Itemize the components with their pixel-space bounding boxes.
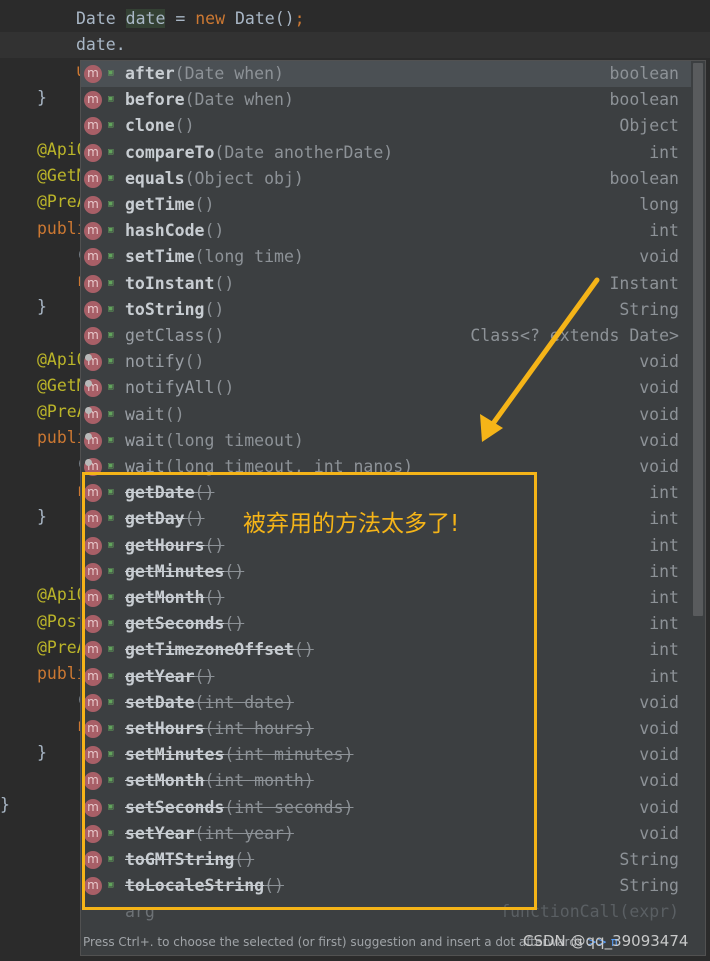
annotation-arrow-icon xyxy=(480,277,600,442)
watermark: CSDN @qq_39093474 xyxy=(523,932,689,950)
